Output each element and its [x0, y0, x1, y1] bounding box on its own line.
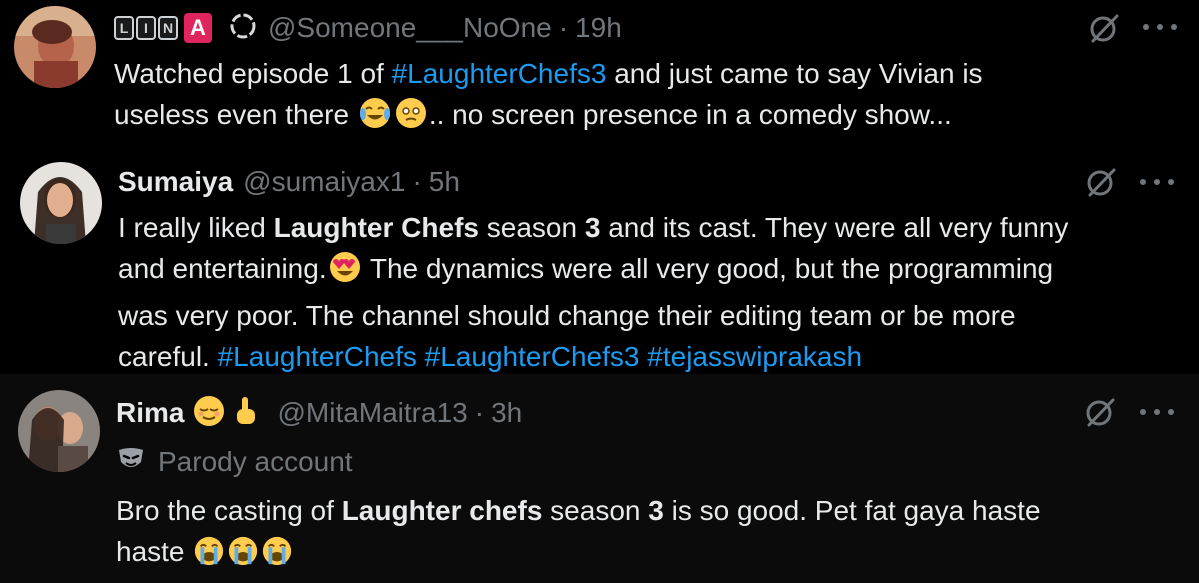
hashtag-link[interactable]: #LaughterChefs3	[425, 341, 640, 372]
index-pointing-up-emoji-icon	[228, 394, 262, 433]
hashtag-link[interactable]: #tejasswiprakash	[647, 341, 862, 372]
text-segment: was very poor. The channel should change…	[118, 300, 1016, 331]
more-icon[interactable]	[1140, 177, 1174, 187]
heart-eyes-emoji-icon	[328, 250, 362, 295]
separator: ·	[474, 397, 485, 428]
text-segment: haste	[116, 536, 193, 567]
display-name[interactable]: Rima	[116, 397, 184, 429]
parody-text: Parody account	[158, 446, 353, 477]
tweet[interactable]: Rima @MitaMaitra13 · 3h Parody account B…	[0, 374, 1199, 583]
relieved-face-emoji-icon	[192, 394, 226, 433]
display-name[interactable]: Sumaiya	[118, 166, 233, 198]
tweet-text: I really liked Laughter Chefs season 3 a…	[118, 207, 1188, 377]
hashtag-link[interactable]: #LaughterChefs	[218, 341, 417, 372]
avatar[interactable]	[20, 162, 102, 244]
text-segment: I really liked	[118, 212, 274, 243]
timestamp[interactable]: 5h	[429, 166, 460, 198]
text-bold: 3	[584, 212, 601, 243]
badge-letter: L	[114, 16, 134, 40]
user-handle[interactable]: @MitaMaitra13	[277, 397, 467, 429]
text-segment: .. no screen presence in a comedy show..…	[428, 99, 952, 130]
text-segment: and its cast. They were all very funny	[600, 212, 1069, 243]
user-handle[interactable]: @sumaiyax1	[243, 166, 405, 198]
badge-letter: A	[184, 13, 212, 43]
tweet[interactable]: Sumaiya @sumaiyax1 · 5h I really liked L…	[0, 152, 1199, 374]
holding-back-tears-emoji-icon	[394, 96, 428, 141]
grok-icon[interactable]	[1087, 11, 1121, 45]
user-handle[interactable]: @Someone___NoOne	[268, 12, 552, 44]
grok-icon[interactable]	[1084, 165, 1118, 199]
avatar[interactable]	[14, 6, 96, 88]
text-bold: Laughter Chefs	[273, 212, 479, 243]
tweet[interactable]: L I N A @Someone___NoOne · 19h Watched e…	[0, 0, 1199, 152]
parody-mask-icon	[116, 444, 146, 481]
name-badge[interactable]: L I N A	[114, 13, 212, 43]
avatar[interactable]	[18, 390, 100, 472]
badge-letter: N	[158, 16, 178, 40]
text-segment: useless even there	[114, 99, 357, 130]
text-segment: season	[478, 212, 585, 243]
text-segment: is so good. Pet fat gaya haste	[663, 495, 1041, 526]
separator: ·	[558, 12, 569, 43]
separator: ·	[412, 166, 422, 197]
timestamp[interactable]: 3h	[491, 397, 522, 429]
text-segment: The dynamics were all very good, but the…	[362, 253, 1054, 284]
badge-letter: I	[136, 16, 156, 40]
loudly-crying-emoji-icon	[193, 535, 225, 578]
more-icon[interactable]	[1140, 407, 1174, 417]
text-segment: season	[542, 495, 649, 526]
grok-icon[interactable]	[1083, 395, 1117, 429]
crying-laughing-emoji-icon	[358, 96, 392, 141]
timestamp[interactable]: 19h	[575, 12, 622, 44]
text-bold: Laughter chefs	[341, 495, 543, 526]
text-segment: Bro the casting of	[116, 495, 342, 526]
text-bold: 3	[648, 495, 664, 526]
more-icon[interactable]	[1143, 22, 1177, 32]
hashtag-link[interactable]: #LaughterChefs3	[392, 58, 607, 89]
loudly-crying-emoji-icon	[261, 535, 293, 578]
ring-icon	[228, 11, 258, 46]
text-segment: careful.	[118, 341, 218, 372]
loudly-crying-emoji-icon	[227, 535, 259, 578]
tweet-text: Bro the casting of Laughter chefs season…	[116, 490, 1186, 578]
text-segment: and entertaining.	[118, 253, 327, 284]
tweet-text: Watched episode 1 of #LaughterChefs3 and…	[114, 53, 1174, 141]
text-segment: Watched episode 1 of	[114, 58, 392, 89]
parody-label: Parody account	[116, 442, 353, 482]
text-segment: and just came to say Vivian is	[606, 58, 983, 89]
